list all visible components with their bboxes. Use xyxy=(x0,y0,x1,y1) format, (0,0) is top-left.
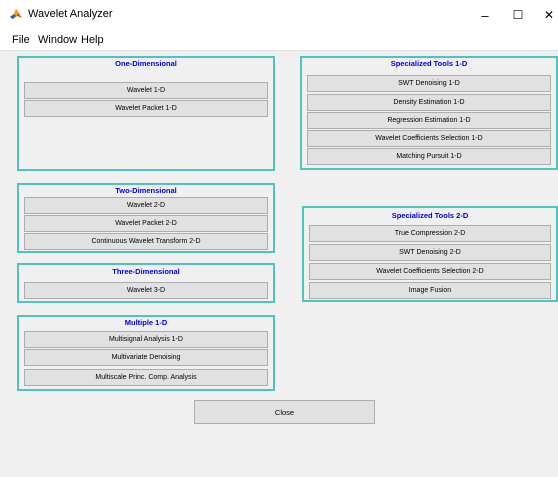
panel-title-multiple-1d: Multiple 1-D xyxy=(124,318,168,327)
image-fusion-button[interactable]: Image Fusion xyxy=(309,282,551,299)
title-bar: Wavelet Analyzer – ☐ ✕ xyxy=(0,0,558,30)
wavelet-2d-button[interactable]: Wavelet 2-D xyxy=(24,197,268,214)
swt-denoising-2d-button[interactable]: SWT Denoising 2-D xyxy=(309,244,551,261)
menu-bar: File Window Help xyxy=(0,30,558,51)
panel-two-dimensional: Two-Dimensional Wavelet 2-D Wavelet Pack… xyxy=(17,183,275,253)
wavelet-1d-button[interactable]: Wavelet 1-D xyxy=(24,82,268,99)
matching-pursuit-1d-button[interactable]: Matching Pursuit 1-D xyxy=(307,148,551,165)
wavelet-3d-button[interactable]: Wavelet 3-D xyxy=(24,282,268,299)
continuous-wavelet-transform-2d-button[interactable]: Continuous Wavelet Transform 2-D xyxy=(24,233,268,250)
multisignal-analysis-1d-button[interactable]: Multisignal Analysis 1-D xyxy=(24,331,268,348)
density-estimation-1d-button[interactable]: Density Estimation 1-D xyxy=(307,94,551,111)
panel-title-three-dimensional: Three-Dimensional xyxy=(112,267,180,276)
main-content: One-Dimensional Wavelet 1-D Wavelet Pack… xyxy=(0,51,558,477)
panel-title-specialized-tools-2d: Specialized Tools 2-D xyxy=(391,211,469,220)
window-title: Wavelet Analyzer xyxy=(28,8,113,20)
panel-specialized-tools-1d: Specialized Tools 1-D SWT Denoising 1-D … xyxy=(300,56,558,170)
wavelet-coefficients-selection-1d-button[interactable]: Wavelet Coefficients Selection 1-D xyxy=(307,130,551,147)
close-icon: ✕ xyxy=(543,8,555,22)
wavelet-packet-2d-button[interactable]: Wavelet Packet 2-D xyxy=(24,215,268,232)
maximize-icon: ☐ xyxy=(512,8,524,22)
true-compression-2d-button[interactable]: True Compression 2-D xyxy=(309,225,551,242)
panel-title-specialized-tools-1d: Specialized Tools 1-D xyxy=(390,59,468,68)
maximize-button[interactable]: ☐ xyxy=(503,4,533,26)
panel-multiple-1d: Multiple 1-D Multisignal Analysis 1-D Mu… xyxy=(17,315,275,391)
regression-estimation-1d-button[interactable]: Regression Estimation 1-D xyxy=(307,112,551,129)
wavelet-analyzer-window: Wavelet Analyzer – ☐ ✕ File Window Help … xyxy=(0,0,558,477)
panel-specialized-tools-2d: Specialized Tools 2-D True Compression 2… xyxy=(302,206,558,302)
swt-denoising-1d-button[interactable]: SWT Denoising 1-D xyxy=(307,75,551,92)
panel-title-one-dimensional: One-Dimensional xyxy=(115,59,177,68)
wavelet-packet-1d-button[interactable]: Wavelet Packet 1-D xyxy=(24,100,268,117)
menu-help[interactable]: Help xyxy=(81,34,104,46)
close-button[interactable]: Close xyxy=(194,400,375,424)
panel-title-two-dimensional: Two-Dimensional xyxy=(115,186,177,195)
minimize-icon: – xyxy=(481,7,489,23)
matlab-icon xyxy=(9,7,23,21)
multivariate-denoising-button[interactable]: Multivariate Denoising xyxy=(24,349,268,366)
menu-file[interactable]: File xyxy=(12,34,30,46)
panel-three-dimensional: Three-Dimensional Wavelet 3-D xyxy=(17,263,275,303)
panel-one-dimensional: One-Dimensional Wavelet 1-D Wavelet Pack… xyxy=(17,56,275,171)
multiscale-princ-comp-analysis-button[interactable]: Multiscale Princ. Comp. Analysis xyxy=(24,369,268,386)
wavelet-coefficients-selection-2d-button[interactable]: Wavelet Coefficients Selection 2-D xyxy=(309,263,551,280)
minimize-button[interactable]: – xyxy=(470,4,500,26)
menu-window[interactable]: Window xyxy=(38,34,77,46)
close-window-button[interactable]: ✕ xyxy=(534,4,558,26)
